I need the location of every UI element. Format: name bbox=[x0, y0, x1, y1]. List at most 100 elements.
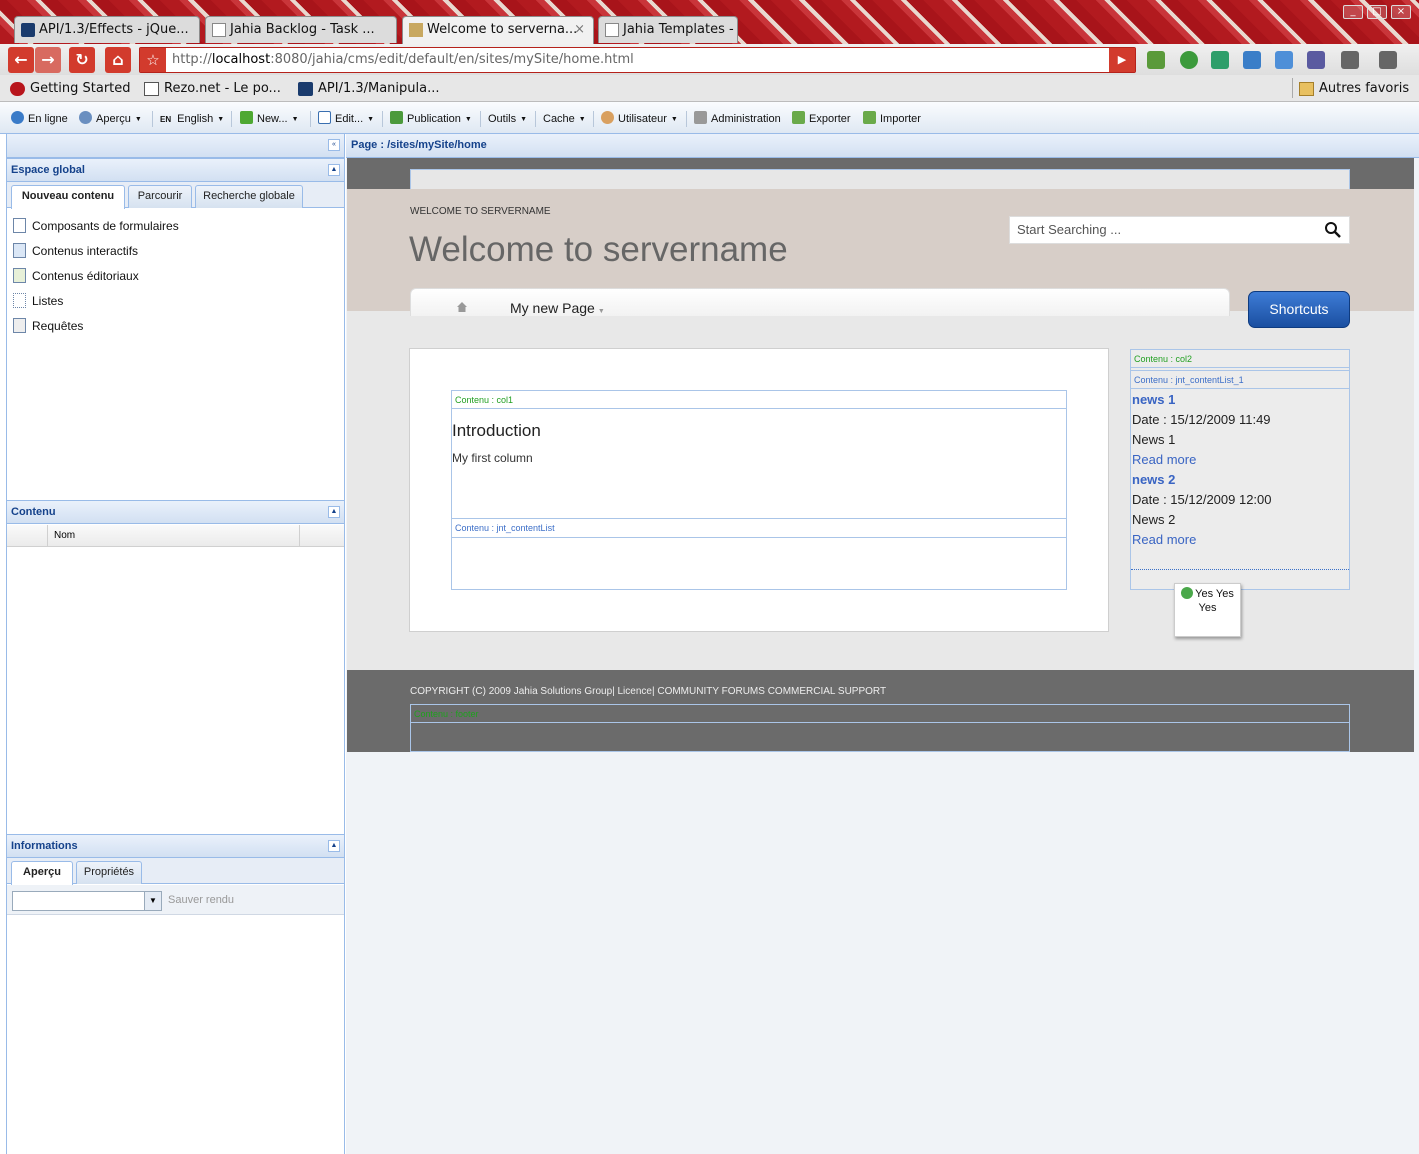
copyright-text: COPYRIGHT (C) 2009 Jahia Solutions Group… bbox=[410, 686, 887, 697]
page-path-header: Page : /sites/mySite/home bbox=[346, 134, 1419, 158]
home-icon[interactable]: ⌂ bbox=[105, 47, 131, 73]
area-label: Contenu : jnt_contentList_1 bbox=[1131, 371, 1349, 389]
chevron-down-icon: ▼ bbox=[464, 116, 472, 123]
footer-area[interactable]: Contenu : footer bbox=[410, 704, 1350, 752]
content-list-area[interactable]: Contenu : jnt_contentList bbox=[452, 518, 1066, 538]
list-item-form-components[interactable]: Composants de formulaires bbox=[13, 217, 179, 235]
collapse-icon[interactable]: ▲ bbox=[328, 506, 340, 518]
edit-menu[interactable]: Edit... ▼ bbox=[318, 111, 374, 127]
other-bookmarks-label: Autres favoris bbox=[1319, 81, 1410, 96]
extension-icon[interactable] bbox=[1307, 51, 1325, 69]
shortcuts-button[interactable]: Shortcuts bbox=[1248, 291, 1350, 328]
browser-tab[interactable]: API/1.3/Effects - jQue... bbox=[14, 16, 200, 43]
collapse-icon[interactable]: ▲ bbox=[328, 840, 340, 852]
list-item-editorial-content[interactable]: Contenus éditoriaux bbox=[13, 267, 139, 285]
save-render-button[interactable]: Sauver rendu bbox=[168, 894, 234, 906]
home-icon[interactable] bbox=[456, 301, 468, 313]
tab-browse[interactable]: Parcourir bbox=[128, 185, 192, 208]
address-bar[interactable]: ☆ http://localhost:8080/jahia/cms/edit/d… bbox=[139, 47, 1136, 73]
list-item-interactive-content[interactable]: Contenus interactifs bbox=[13, 242, 138, 260]
chevron-down-icon: ▼ bbox=[578, 116, 586, 123]
panel-title: Espace global bbox=[11, 164, 85, 176]
close-window-icon[interactable]: × bbox=[1391, 5, 1411, 19]
cache-menu[interactable]: Cache ▼ bbox=[543, 111, 586, 127]
language-menu[interactable]: EN English ▼ bbox=[160, 111, 224, 127]
editorial-content-icon bbox=[13, 268, 26, 283]
news-title[interactable]: news 1 bbox=[1132, 392, 1175, 407]
yes-tooltip: Yes Yes Yes bbox=[1174, 583, 1241, 637]
user-menu[interactable]: Utilisateur ▼ bbox=[601, 111, 678, 127]
chevron-down-icon: ▼ bbox=[670, 116, 678, 123]
tab-label: Jahia Templates - bbox=[623, 22, 734, 37]
tab-new-content[interactable]: Nouveau contenu bbox=[11, 185, 125, 209]
bookmark-star-icon[interactable]: ☆ bbox=[140, 48, 166, 72]
tab-global-search[interactable]: Recherche globale bbox=[195, 185, 303, 208]
grid-divider bbox=[299, 525, 300, 547]
browser-tab[interactable]: Jahia Backlog - Task ... bbox=[205, 16, 397, 43]
intro-title: Introduction bbox=[452, 421, 541, 440]
publication-menu[interactable]: Publication ▼ bbox=[390, 111, 472, 127]
go-icon[interactable]: ▶ bbox=[1109, 48, 1135, 72]
read-more-link[interactable]: Read more bbox=[1132, 532, 1196, 547]
administration-button[interactable]: Administration bbox=[694, 111, 781, 127]
wrench-menu-icon[interactable] bbox=[1379, 51, 1397, 69]
export-button[interactable]: Exporter bbox=[792, 111, 851, 127]
minimize-icon[interactable]: _ bbox=[1343, 5, 1363, 19]
other-bookmarks[interactable]: Autres favoris bbox=[1299, 79, 1409, 99]
user-icon bbox=[601, 111, 614, 124]
bookmark-label: API/1.3/Manipula... bbox=[318, 81, 440, 96]
info-tabs: Aperçu Propriétés bbox=[7, 858, 344, 885]
jahia-favicon-icon bbox=[409, 23, 423, 37]
bookmark-favicon-icon bbox=[10, 82, 25, 96]
browser-tab-active[interactable]: Welcome to serverna... × bbox=[402, 16, 594, 44]
collapse-icon[interactable]: ▲ bbox=[328, 164, 340, 176]
twitter-extension-icon[interactable] bbox=[1243, 51, 1261, 69]
search-icon[interactable] bbox=[1324, 221, 1342, 239]
chevron-down-icon: ▼ bbox=[217, 116, 225, 123]
preview-menu[interactable]: Aperçu ▼ bbox=[79, 111, 142, 127]
column-name-header[interactable]: Nom bbox=[54, 525, 75, 547]
tab-properties[interactable]: Propriétés bbox=[76, 861, 142, 884]
bookmark-item[interactable]: API/1.3/Manipula... bbox=[298, 79, 440, 99]
chevron-down-icon[interactable]: ▼ bbox=[144, 892, 161, 910]
news-body: News 2 bbox=[1132, 512, 1176, 527]
new-menu[interactable]: New... ▼ bbox=[240, 111, 299, 127]
page-menu-icon[interactable] bbox=[1341, 51, 1359, 69]
forward-icon[interactable]: → bbox=[35, 47, 61, 73]
extension-icon[interactable] bbox=[1275, 51, 1293, 69]
page-favicon-icon bbox=[212, 23, 226, 37]
preview-icon bbox=[79, 111, 92, 124]
maximize-icon[interactable]: □ bbox=[1367, 5, 1387, 19]
back-icon[interactable]: ← bbox=[8, 47, 34, 73]
collapse-left-icon[interactable]: « bbox=[328, 139, 340, 151]
list-item-queries[interactable]: Requêtes bbox=[13, 317, 83, 335]
col2-area[interactable]: Contenu : col2 Contenu : jnt_contentList… bbox=[1130, 349, 1350, 590]
extension-icon[interactable] bbox=[1211, 51, 1229, 69]
news-title[interactable]: news 2 bbox=[1132, 472, 1175, 487]
extension-icon[interactable] bbox=[1147, 51, 1165, 69]
online-button[interactable]: En ligne bbox=[11, 111, 68, 127]
col1-area[interactable]: Contenu : col1 Introduction My first col… bbox=[451, 390, 1067, 590]
tools-menu[interactable]: Outils ▼ bbox=[488, 111, 527, 127]
close-tab-icon[interactable]: × bbox=[574, 17, 585, 42]
read-more-link[interactable]: Read more bbox=[1132, 452, 1196, 467]
jahia-toolbar: En ligne Aperçu ▼ EN English ▼ New... ▼ Edit… bbox=[0, 102, 1419, 134]
site-search-input[interactable]: Start Searching ... bbox=[1009, 216, 1350, 244]
render-select[interactable]: ▼ bbox=[12, 891, 162, 911]
list-item-lists[interactable]: Listes bbox=[13, 292, 63, 310]
browser-tab[interactable]: Jahia Templates - bbox=[598, 16, 738, 43]
news-list-area[interactable]: Contenu : jnt_contentList_1 news 1 Date … bbox=[1131, 370, 1349, 570]
tab-label: Welcome to serverna... bbox=[427, 22, 578, 37]
bookmark-item[interactable]: Rezo.net - Le po... bbox=[144, 79, 281, 99]
menu-item-my-new-page[interactable]: My new Page ▼ bbox=[510, 300, 605, 316]
tab-label: API/1.3/Effects - jQue... bbox=[39, 22, 189, 37]
extension-icon[interactable] bbox=[1180, 51, 1198, 69]
import-button[interactable]: Importer bbox=[863, 111, 921, 127]
tab-preview[interactable]: Aperçu bbox=[11, 861, 73, 885]
bookmark-item[interactable]: Getting Started bbox=[10, 79, 131, 99]
tab-label: Jahia Backlog - Task ... bbox=[230, 22, 375, 37]
check-icon bbox=[1181, 587, 1194, 599]
browser-toolbar: ← → ↻ ⌂ ☆ http://localhost:8080/jahia/cm… bbox=[0, 44, 1419, 75]
reload-icon[interactable]: ↻ bbox=[69, 47, 95, 73]
news-date: Date : 15/12/2009 12:00 bbox=[1132, 492, 1272, 507]
